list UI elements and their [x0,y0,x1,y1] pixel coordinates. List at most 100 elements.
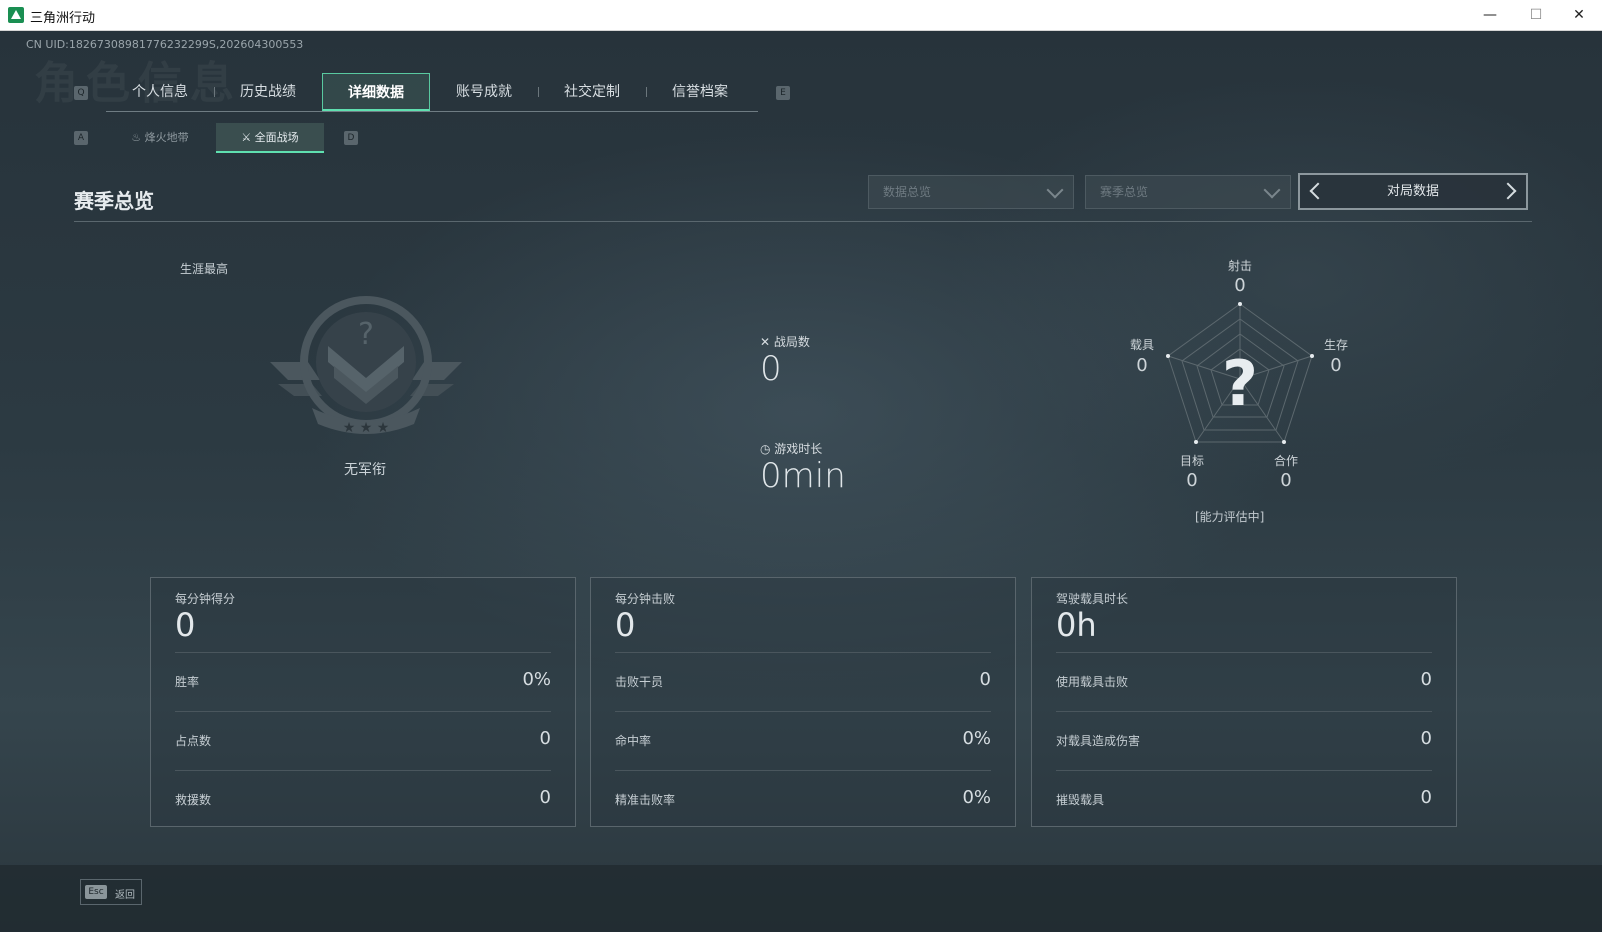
kills-panel: 每分钟击败 0 击败干员 0 命中率 0% 精准击败率 0% [590,577,1016,827]
subtab-label: 全面战场 [254,131,299,144]
row-label: 击败干员 [615,675,664,689]
bottom-bar: Esc 返回 [0,865,1602,932]
flame-icon: ♨ [131,131,145,144]
radar-value-survival: 0 [1330,355,1342,376]
row-label: 摧毁载具 [1056,793,1105,807]
panel-row: 救援数 0 [175,770,551,829]
svg-text:★ ★ ★: ★ ★ ★ [343,420,390,436]
key-hint-d: D [344,131,358,145]
tab-reputation[interactable]: 信誉档案 [646,73,754,111]
row-label: 精准击败率 [615,793,676,807]
minimize-button[interactable]: — [1467,0,1513,30]
radar-value-objective: 0 [1186,470,1198,491]
chevron-down-icon [1046,181,1064,199]
row-label: 命中率 [615,734,652,748]
uid-text: CN UID:18267308981776232299S,20260430055… [26,38,304,51]
playtime-value: 0min [760,456,846,496]
crossed-arrows-icon: ⚔ [241,131,255,144]
row-value: 0 [1420,728,1432,749]
tab-achievements[interactable]: 账号成就 [430,73,538,111]
pager-label: 对局数据 [1386,184,1439,199]
key-hint-q: Q [74,86,88,100]
data-overview-dropdown[interactable]: 数据总览 [868,175,1074,209]
panel-row: 精准击败率 0% [615,770,991,829]
row-label: 胜率 [175,675,200,689]
main-tabs: 个人信息 历史战绩 详细数据 账号成就 社交定制 信誉档案 [106,73,758,112]
app-logo-icon [8,7,24,23]
row-value: 0 [1420,787,1432,808]
panel-row: 占点数 0 [175,711,551,770]
career-highest-label: 生涯最高 [180,262,229,276]
window-title: 三角洲行动 [30,11,96,26]
row-label: 使用载具击败 [1056,675,1129,689]
section-divider [74,221,1532,222]
row-value: 0 [539,787,551,808]
row-label: 救援数 [175,793,212,807]
chevron-right-icon[interactable] [1499,182,1517,200]
panel-row: 命中率 0% [615,711,991,770]
tab-personal-info[interactable]: 个人信息 [106,73,214,111]
dropdown-value: 数据总览 [883,185,932,199]
row-value: 0 [539,728,551,749]
subtab-label: 烽火地带 [144,131,189,144]
back-label: 返回 [115,890,135,901]
back-button[interactable]: Esc 返回 [80,879,142,905]
game-stage: 角色信息 CN UID:18267308981776232299S,202604… [0,31,1602,932]
row-label: 对载具造成伤害 [1056,734,1141,748]
window-titlebar: 三角洲行动 — ☐ ✕ [0,0,1602,31]
row-value: 0% [522,669,551,690]
vehicle-panel: 驾驶载具时长 0h 使用载具击败 0 对载具造成伤害 0 摧毁载具 0 [1031,577,1457,827]
close-button[interactable]: ✕ [1556,0,1602,30]
row-value: 0 [1420,669,1432,690]
season-overview-dropdown[interactable]: 赛季总览 [1085,175,1291,209]
panel-row: 对载具造成伤害 0 [1056,711,1432,770]
radar-center-mark: ? [1222,347,1258,420]
mode-subtabs: ♨ 烽火地带 ⚔ 全面战场 [106,123,326,153]
score-panel: 每分钟得分 0 胜率 0% 占点数 0 救援数 0 [150,577,576,827]
radar-value-vehicle: 0 [1136,355,1148,376]
tab-social[interactable]: 社交定制 [538,73,646,111]
radar-value-shooting: 0 [1234,275,1246,296]
chevron-left-icon[interactable] [1309,182,1327,200]
playtime-label-text: 游戏时长 [774,442,823,456]
maximize-button[interactable]: ☐ [1513,0,1559,30]
dropdown-value: 赛季总览 [1100,185,1149,199]
subtab-hazard-zone[interactable]: ♨ 烽火地带 [106,123,214,153]
tab-detailed-data[interactable]: 详细数据 [322,73,430,111]
radar-note: [能力评估中] [1195,510,1265,524]
svg-text:?: ? [358,317,374,352]
ability-radar-chart: ? [1166,302,1314,444]
panel-value: 0h [1056,606,1097,644]
match-data-pager: 对局数据 [1298,173,1528,210]
crossed-swords-icon: ✕ [760,335,774,349]
panel-row: 摧毁载具 0 [1056,770,1432,829]
row-value: 0 [979,669,991,690]
row-value: 0% [962,787,991,808]
radar-label-survival: 生存 [1323,338,1348,352]
matches-label: ✕ 战局数 [760,333,810,350]
matches-label-text: 战局数 [773,335,810,349]
radar-label-shooting: 射击 [1227,259,1252,273]
panel-value: 0 [615,606,636,644]
panel-title: 每分钟得分 [175,592,236,606]
section-title: 赛季总览 [74,189,154,213]
rank-name: 无军衔 [344,462,386,478]
chevron-down-icon [1263,181,1281,199]
panel-value: 0 [175,606,196,644]
radar-label-vehicle: 载具 [1129,338,1154,352]
tab-history[interactable]: 历史战绩 [214,73,322,111]
panel-row: 击败干员 0 [615,652,991,711]
row-label: 占点数 [175,734,212,748]
row-value: 0% [962,728,991,749]
playtime-label: ◷ 游戏时长 [760,440,822,457]
radar-value-teamwork: 0 [1280,470,1292,491]
panel-row: 胜率 0% [175,652,551,711]
rank-emblem-icon: ? ★ ★ ★ [270,296,462,436]
key-hint-a: A [74,131,88,145]
esc-key-hint: Esc [85,885,107,899]
subtab-full-battlefield[interactable]: ⚔ 全面战场 [216,123,324,153]
panel-title: 每分钟击败 [615,592,676,606]
stopwatch-icon: ◷ [760,442,775,456]
panel-title: 驾驶载具时长 [1056,592,1129,606]
matches-value: 0 [760,349,782,389]
